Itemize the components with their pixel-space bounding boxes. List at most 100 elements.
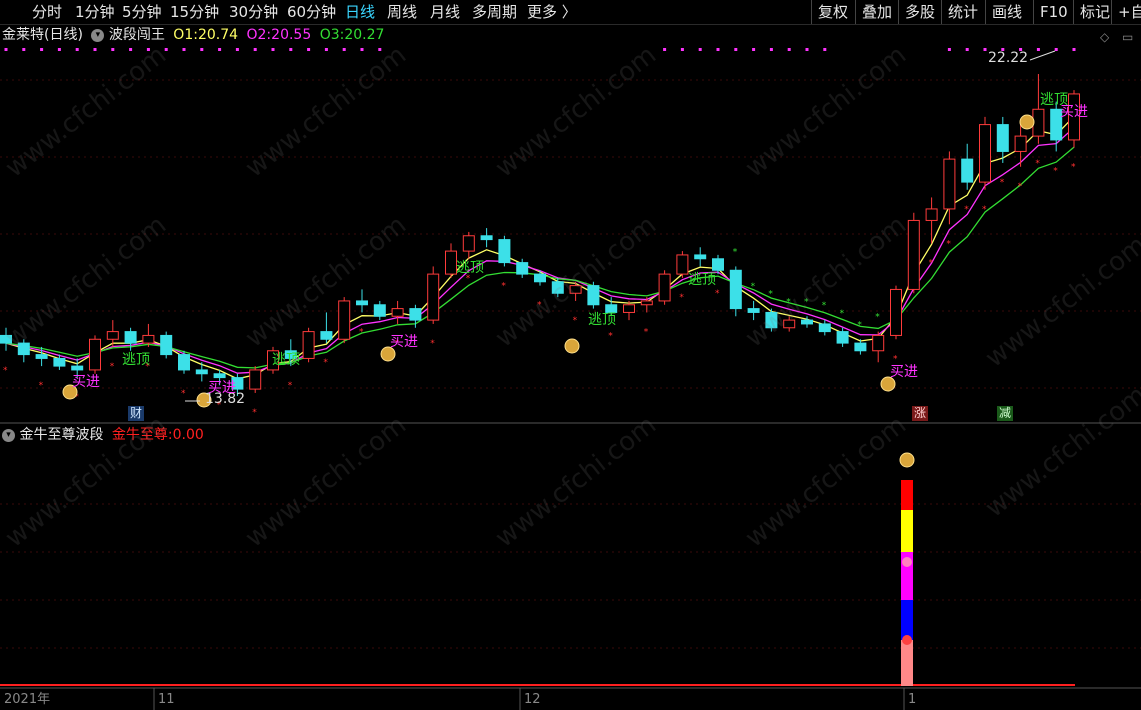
stop-dot bbox=[253, 48, 257, 51]
toolbar-button-0[interactable]: 复权 bbox=[818, 2, 848, 22]
stop-dot bbox=[1072, 48, 1076, 51]
trail-star: * bbox=[288, 381, 293, 391]
trail-star: * bbox=[733, 247, 738, 257]
candle-body bbox=[498, 239, 511, 264]
stop-dot bbox=[1036, 48, 1040, 51]
sell-signal-label: 逃顶 bbox=[1040, 92, 1068, 108]
signal-bar-segment bbox=[901, 640, 913, 686]
stop-dot bbox=[4, 48, 8, 51]
x-axis-label: 2021年 bbox=[4, 692, 51, 707]
toolbar-button-1[interactable]: 叠加 bbox=[862, 2, 892, 22]
period-tab-8[interactable]: 月线 bbox=[430, 2, 460, 22]
stop-dot bbox=[752, 48, 756, 51]
toolbar-button-3[interactable]: 统计 bbox=[948, 2, 978, 22]
trail-star: * bbox=[840, 309, 845, 319]
x-axis-label: 1 bbox=[908, 692, 917, 707]
candle-body bbox=[818, 323, 831, 333]
stop-dot bbox=[983, 48, 987, 51]
candle-body bbox=[462, 235, 475, 252]
candle-body bbox=[694, 254, 707, 260]
candle-body bbox=[124, 331, 137, 344]
stop-dot bbox=[111, 48, 115, 51]
period-tab-10[interactable]: 更多 〉 bbox=[527, 2, 577, 22]
badge-cai[interactable]: 财 bbox=[128, 406, 145, 421]
candle-body bbox=[373, 304, 386, 317]
trail-star: * bbox=[893, 354, 898, 364]
buy-signal-label: 买进 bbox=[890, 364, 918, 380]
sub-indicator-name[interactable]: 金牛至尊波段 bbox=[19, 427, 103, 443]
sell-signal-label: 逃顶 bbox=[272, 352, 300, 368]
toolbar-button-7[interactable]: +自 bbox=[1118, 2, 1141, 22]
stop-dot bbox=[271, 48, 275, 51]
candle-body bbox=[712, 258, 724, 271]
toolbar-divider bbox=[985, 0, 986, 24]
trail-star: * bbox=[751, 282, 756, 292]
toolbar-divider bbox=[941, 0, 942, 24]
period-tab-7[interactable]: 周线 bbox=[387, 2, 417, 22]
stop-dot bbox=[22, 48, 26, 51]
trail-star: * bbox=[875, 313, 880, 323]
diamond-icon[interactable]: ◇ bbox=[1100, 28, 1109, 46]
stop-dot bbox=[663, 48, 667, 51]
toolbar-button-2[interactable]: 多股 bbox=[905, 2, 935, 22]
period-tab-4[interactable]: 30分钟 bbox=[229, 2, 278, 22]
candle-body bbox=[925, 208, 938, 221]
candle-body bbox=[801, 319, 813, 325]
indicator-name[interactable]: 波段闯王 bbox=[109, 27, 165, 43]
candle-body bbox=[0, 334, 12, 344]
toolbar-button-4[interactable]: 画线 bbox=[992, 2, 1022, 22]
candle-body bbox=[658, 273, 671, 302]
buy-signal-label: 买进 bbox=[72, 374, 100, 390]
chart-canvas[interactable]: **** ******** ****** ** ***** * ******** ** *** * bbox=[0, 24, 1141, 710]
badge-zhang[interactable]: 涨 bbox=[912, 406, 929, 421]
sell-signal-label: 逃顶 bbox=[688, 272, 716, 288]
period-tab-2[interactable]: 5分钟 bbox=[122, 2, 162, 22]
candle-body bbox=[89, 338, 101, 371]
stop-dot bbox=[734, 48, 738, 51]
toolbar-button-6[interactable]: 标记 bbox=[1080, 2, 1110, 22]
candle-body bbox=[427, 273, 440, 321]
high-arrow bbox=[1029, 50, 1056, 61]
sell-signal-label: 逃顶 bbox=[588, 312, 616, 328]
chevron-down-icon[interactable]: ▾ bbox=[91, 28, 105, 42]
toolbar-divider bbox=[1073, 0, 1074, 24]
candle-body bbox=[943, 158, 956, 210]
stop-dot bbox=[146, 48, 150, 51]
trail-star: * bbox=[110, 362, 115, 372]
candle-body bbox=[178, 354, 190, 371]
period-tab-0[interactable]: 分时 bbox=[32, 2, 62, 22]
trail-star: * bbox=[786, 297, 791, 307]
stop-dot bbox=[805, 48, 809, 51]
candle-body bbox=[623, 304, 635, 313]
candle-body bbox=[53, 357, 66, 367]
period-tab-5[interactable]: 60分钟 bbox=[287, 2, 336, 22]
candle-body bbox=[996, 124, 1009, 152]
trail-star: * bbox=[3, 366, 8, 376]
o2-value: 20.55 bbox=[271, 27, 312, 43]
restore-icon[interactable]: ▭ bbox=[1122, 28, 1133, 46]
candle-body bbox=[356, 300, 368, 306]
period-tab-9[interactable]: 多周期 bbox=[472, 2, 517, 22]
signal-bar-segment bbox=[901, 510, 913, 552]
stop-dot bbox=[947, 48, 951, 51]
trail-star: * bbox=[679, 293, 684, 303]
o1-label: O1: bbox=[173, 27, 198, 43]
period-tab-3[interactable]: 15分钟 bbox=[170, 2, 219, 22]
trail-star: * bbox=[768, 290, 773, 300]
trail-star: * bbox=[323, 358, 328, 368]
candle-body bbox=[445, 250, 457, 275]
candle-body bbox=[516, 262, 529, 275]
period-tab-6[interactable]: 日线 bbox=[345, 2, 375, 22]
candle-body bbox=[35, 354, 48, 359]
period-tab-1[interactable]: 1分钟 bbox=[75, 2, 115, 22]
candle-body bbox=[534, 273, 546, 283]
money-bag-icon bbox=[564, 338, 580, 354]
toolbar-button-5[interactable]: F10 bbox=[1040, 2, 1068, 22]
stop-dot bbox=[93, 48, 97, 51]
stop-dot bbox=[164, 48, 168, 51]
buy-signal-label: 买进 bbox=[390, 334, 418, 350]
candle-body bbox=[729, 269, 742, 310]
badge-jian[interactable]: 减 bbox=[997, 406, 1014, 421]
buy-signal-label: 买进 bbox=[208, 380, 236, 396]
chevron-down-icon[interactable]: ▾ bbox=[2, 428, 15, 442]
